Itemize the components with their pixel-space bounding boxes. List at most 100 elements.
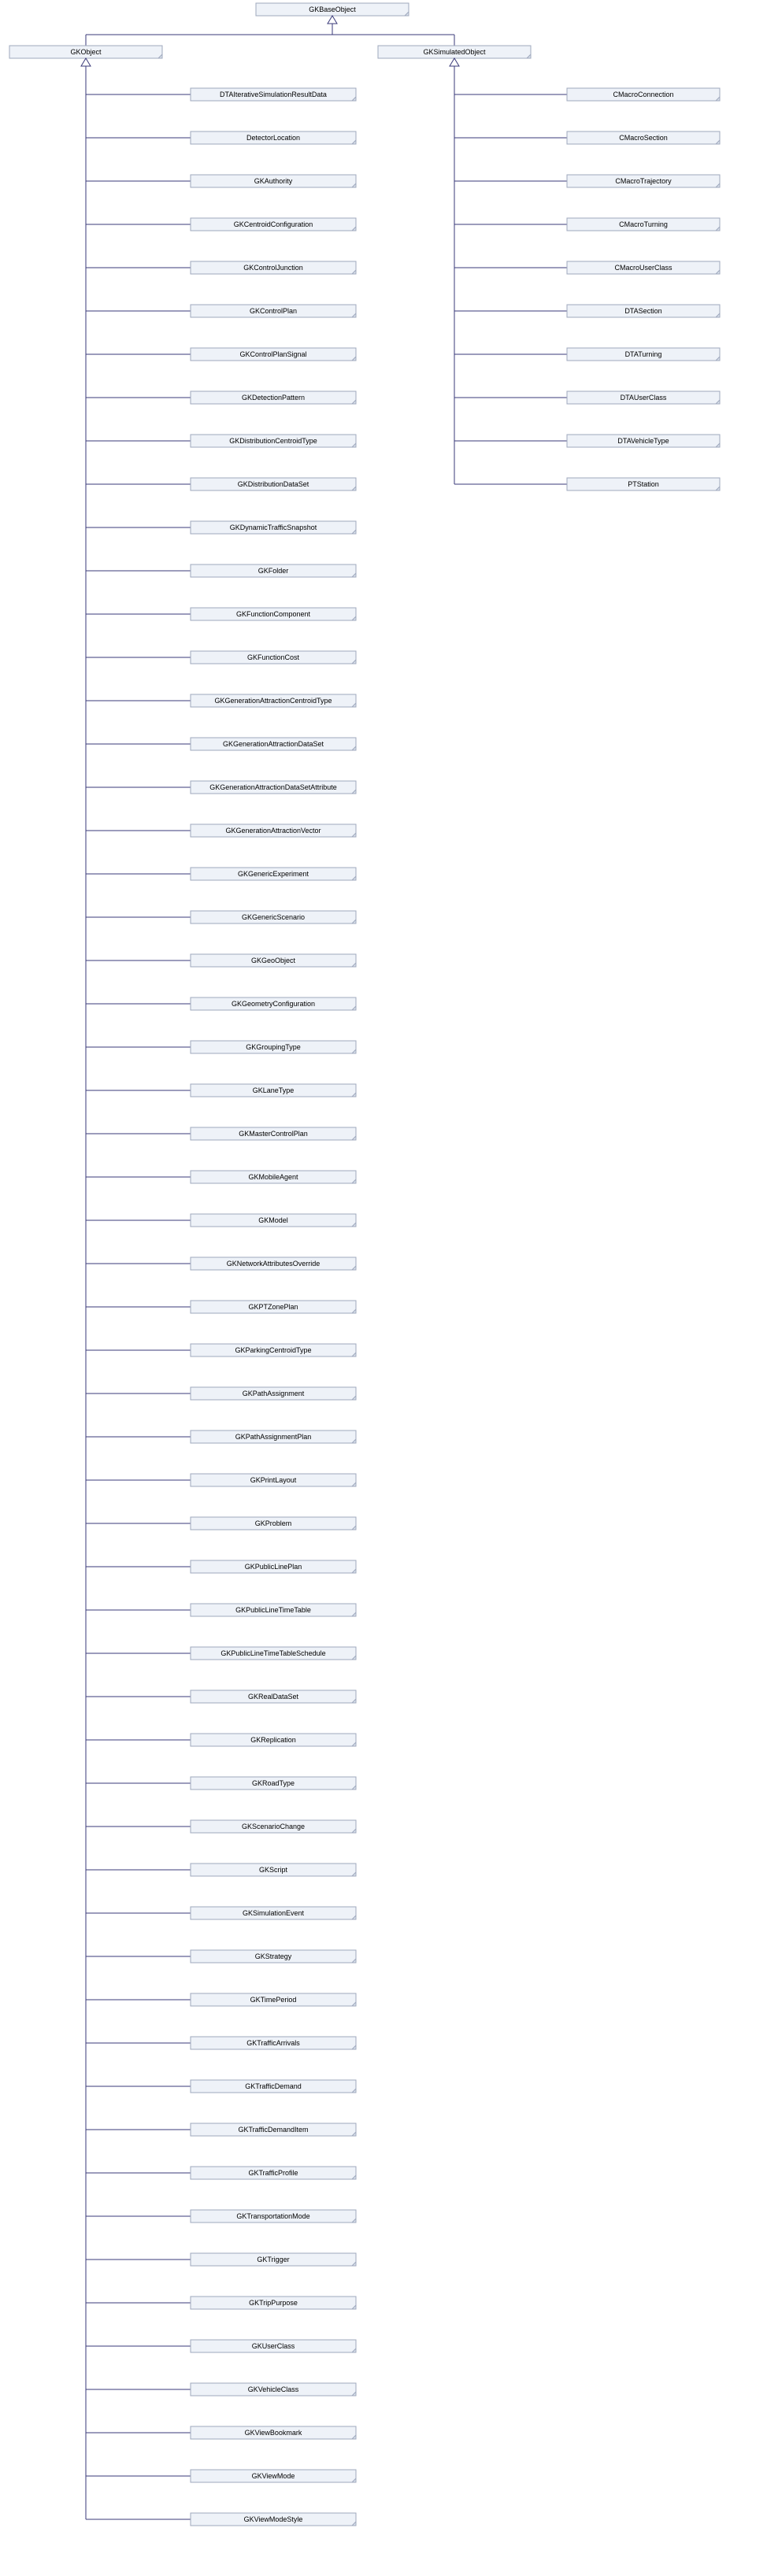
- node-gklanetype[interactable]: GKLaneType: [191, 1084, 356, 1097]
- node-gktrafficdemand[interactable]: GKTrafficDemand: [191, 2080, 356, 2093]
- node-gkcontroljunction[interactable]: GKControlJunction: [191, 261, 356, 274]
- node-detectorlocation[interactable]: DetectorLocation: [191, 131, 356, 144]
- node-gkfunctioncost-label: GKFunctionCost: [247, 653, 300, 661]
- node-gkstrategy[interactable]: GKStrategy: [191, 1950, 356, 1963]
- node-gkpubliclinetimetable[interactable]: GKPublicLineTimeTable: [191, 1604, 356, 1616]
- node-gkvehicleclass[interactable]: GKVehicleClass: [191, 2383, 356, 2396]
- node-gkgroupingtype-label: GKGroupingType: [246, 1043, 301, 1051]
- node-cmacrotrajectory[interactable]: CMacroTrajectory: [567, 175, 720, 187]
- node-dtauserclass[interactable]: DTAUserClass: [567, 391, 720, 404]
- node-gkuserclass[interactable]: GKUserClass: [191, 2340, 356, 2352]
- node-ptstation-label: PTStation: [628, 480, 659, 488]
- node-gkroadtype[interactable]: GKRoadType: [191, 1777, 356, 1790]
- node-dtasection[interactable]: DTASection: [567, 305, 720, 317]
- node-gkdynamictrafficsnapshot[interactable]: GKDynamicTrafficSnapshot: [191, 521, 356, 534]
- node-gkgenerationattractioncentroidtype[interactable]: GKGenerationAttractionCentroidType: [191, 694, 356, 707]
- node-gkcontrolplan[interactable]: GKControlPlan: [191, 305, 356, 317]
- node-gktrafficdemanditem[interactable]: GKTrafficDemandItem: [191, 2123, 356, 2136]
- node-gklanetype-label: GKLaneType: [253, 1086, 295, 1094]
- node-gkscript-label: GKScript: [259, 1866, 288, 1874]
- node-gkdistributioncentroidtype-label: GKDistributionCentroidType: [229, 437, 317, 445]
- node-gkparkingcentroidtype[interactable]: GKParkingCentroidType: [191, 1344, 356, 1356]
- node-gkscenariochange[interactable]: GKScenarioChange: [191, 1820, 356, 1833]
- node-gkfunctioncomponent[interactable]: GKFunctionComponent: [191, 608, 356, 620]
- node-dtaiterativesimulationresultdata[interactable]: DTAIterativeSimulationResultData: [191, 88, 356, 101]
- node-gkrealdataset[interactable]: GKRealDataSet: [191, 1690, 356, 1703]
- node-gktrigger[interactable]: GKTrigger: [191, 2253, 356, 2266]
- node-gkviewbookmark[interactable]: GKViewBookmark: [191, 2426, 356, 2439]
- node-gkgenerationattractiondatasetattribute[interactable]: GKGenerationAttractionDataSetAttribute: [191, 781, 356, 794]
- node-gkgenerationattractionvector[interactable]: GKGenerationAttractionVector: [191, 824, 356, 837]
- node-gkreplication[interactable]: GKReplication: [191, 1734, 356, 1746]
- node-gkgenerationattractioncentroidtype-label: GKGenerationAttractionCentroidType: [214, 697, 332, 705]
- node-gkpathassignment[interactable]: GKPathAssignment: [191, 1387, 356, 1400]
- node-gkscript[interactable]: GKScript: [191, 1864, 356, 1876]
- node-gkproblem[interactable]: GKProblem: [191, 1517, 356, 1530]
- node-dtaturning[interactable]: DTATurning: [567, 348, 720, 361]
- node-gkviewmode[interactable]: GKViewMode: [191, 2470, 356, 2482]
- node-gktransportationmode[interactable]: GKTransportationMode: [191, 2210, 356, 2223]
- node-gkobject[interactable]: GKObject: [9, 46, 162, 58]
- node-gkbaseobject[interactable]: GKBaseObject: [256, 3, 409, 16]
- node-cmacrouserclass[interactable]: CMacroUserClass: [567, 261, 720, 274]
- node-gktrafficprofile[interactable]: GKTrafficProfile: [191, 2167, 356, 2179]
- node-gktrafficdemanditem-label: GKTrafficDemandItem: [238, 2126, 308, 2134]
- node-gkmobileagent-label: GKMobileAgent: [248, 1173, 298, 1181]
- node-gkstrategy-label: GKStrategy: [255, 1952, 292, 1960]
- node-cmacrouserclass-label: CMacroUserClass: [614, 264, 673, 272]
- node-gknetworkattributesoverride[interactable]: GKNetworkAttributesOverride: [191, 1257, 356, 1270]
- node-gkdetectionpattern[interactable]: GKDetectionPattern: [191, 391, 356, 404]
- node-gkauthority[interactable]: GKAuthority: [191, 175, 356, 187]
- node-gkgeoobject[interactable]: GKGeoObject: [191, 954, 356, 967]
- node-gkproblem-label: GKProblem: [255, 1519, 292, 1527]
- node-gktrippurpose[interactable]: GKTripPurpose: [191, 2297, 356, 2309]
- node-gkcentroidconfiguration[interactable]: GKCentroidConfiguration: [191, 218, 356, 231]
- node-gkviewmodestyle[interactable]: GKViewModeStyle: [191, 2513, 356, 2526]
- node-gkgroupingtype[interactable]: GKGroupingType: [191, 1041, 356, 1053]
- node-gkgenericscenario[interactable]: GKGenericScenario: [191, 911, 356, 923]
- node-gkprintlayout[interactable]: GKPrintLayout: [191, 1474, 356, 1486]
- node-cmacroturning-label: CMacroTurning: [619, 220, 668, 228]
- node-gkcontrolplansignal[interactable]: GKControlPlanSignal: [191, 348, 356, 361]
- node-gktrigger-label: GKTrigger: [257, 2256, 289, 2263]
- node-cmacroconnection[interactable]: CMacroConnection: [567, 88, 720, 101]
- node-gkfolder[interactable]: GKFolder: [191, 564, 356, 577]
- node-gksimulatedobject[interactable]: GKSimulatedObject: [378, 46, 531, 58]
- node-ptstation[interactable]: PTStation: [567, 478, 720, 490]
- node-gkgenerationattractionvector-label: GKGenerationAttractionVector: [225, 827, 321, 835]
- node-gkauthority-label: GKAuthority: [254, 177, 293, 185]
- node-gkvehicleclass-label: GKVehicleClass: [248, 2385, 299, 2393]
- node-cmacroturning[interactable]: CMacroTurning: [567, 218, 720, 231]
- node-gkdistributiondataset-label: GKDistributionDataSet: [238, 480, 309, 488]
- node-dtavehicletype[interactable]: DTAVehicleType: [567, 435, 720, 447]
- class-hierarchy-diagram: GKBaseObject GKObject GKSimulatedObject DTA…: [0, 0, 767, 2576]
- node-gkviewmode-label: GKViewMode: [252, 2472, 295, 2480]
- node-gkgenerationattractiondataset[interactable]: GKGenerationAttractionDataSet: [191, 738, 356, 750]
- node-gkmodel-label: GKModel: [258, 1216, 288, 1224]
- node-gktrafficarrivals-label: GKTrafficArrivals: [246, 2039, 300, 2047]
- node-cmacrosection[interactable]: CMacroSection: [567, 131, 720, 144]
- node-gkpubliclinetimetableschedule[interactable]: GKPublicLineTimeTableSchedule: [191, 1647, 356, 1660]
- node-gkgeometryconfiguration[interactable]: GKGeometryConfiguration: [191, 997, 356, 1010]
- node-gkgenerationattractiondataset-label: GKGenerationAttractionDataSet: [223, 740, 324, 748]
- node-gkdistributioncentroidtype[interactable]: GKDistributionCentroidType: [191, 435, 356, 447]
- node-gkptzoneplan-label: GKPTZonePlan: [248, 1303, 298, 1311]
- node-gksimulationevent[interactable]: GKSimulationEvent: [191, 1907, 356, 1919]
- node-gkmodel[interactable]: GKModel: [191, 1214, 356, 1227]
- node-gkpubliclineplan[interactable]: GKPublicLinePlan: [191, 1560, 356, 1573]
- node-gktrafficarrivals[interactable]: GKTrafficArrivals: [191, 2037, 356, 2049]
- node-gktimeperiod[interactable]: GKTimePeriod: [191, 1993, 356, 2006]
- node-gkdistributiondataset[interactable]: GKDistributionDataSet: [191, 478, 356, 490]
- node-cmacroconnection-label: CMacroConnection: [613, 91, 673, 98]
- node-dtasection-label: DTASection: [624, 307, 661, 315]
- node-gkmobileagent[interactable]: GKMobileAgent: [191, 1171, 356, 1183]
- node-gkgeometryconfiguration-label: GKGeometryConfiguration: [232, 1000, 315, 1008]
- node-gkrealdataset-label: GKRealDataSet: [248, 1693, 299, 1701]
- node-gksimulatedobject-label: GKSimulatedObject: [423, 48, 486, 56]
- node-gkfunctioncost[interactable]: GKFunctionCost: [191, 651, 356, 664]
- node-gkmastercontrolplan[interactable]: GKMasterControlPlan: [191, 1127, 356, 1140]
- node-gkfolder-label: GKFolder: [258, 567, 289, 575]
- node-gkgenericexperiment[interactable]: GKGenericExperiment: [191, 868, 356, 880]
- node-gkptzoneplan[interactable]: GKPTZonePlan: [191, 1301, 356, 1313]
- node-gkpathassignmentplan[interactable]: GKPathAssignmentPlan: [191, 1430, 356, 1443]
